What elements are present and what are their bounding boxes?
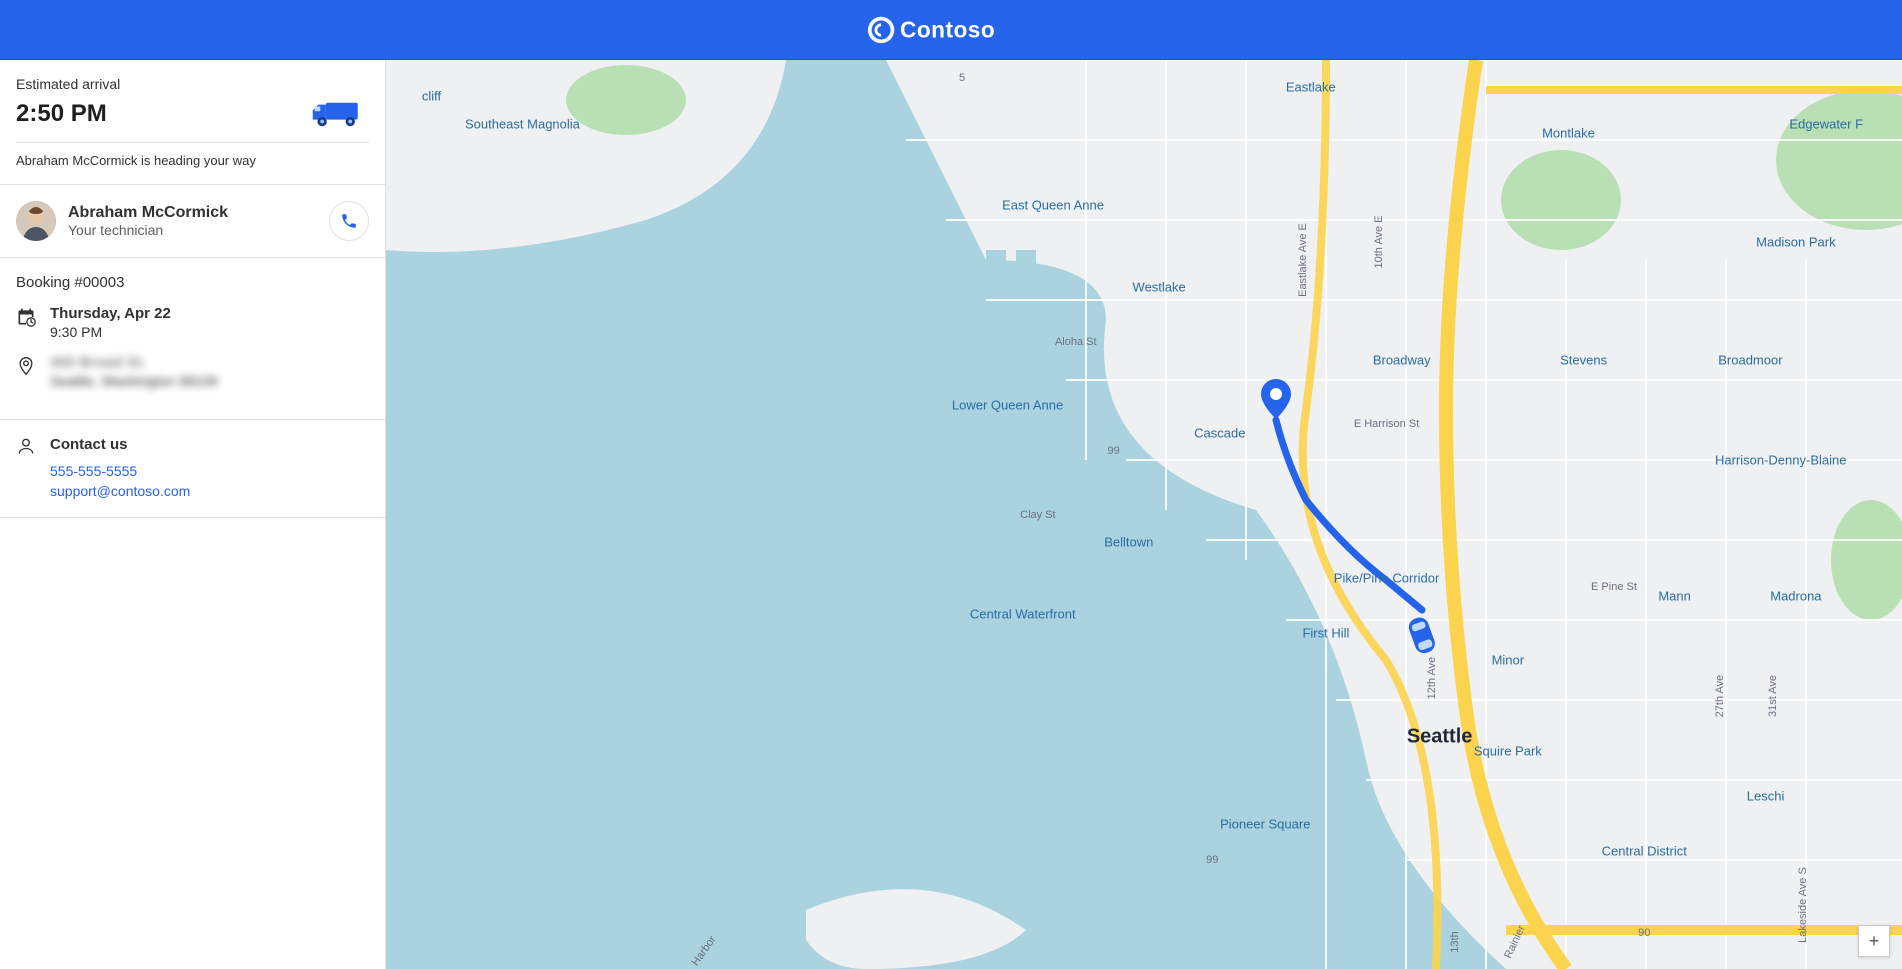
map-view[interactable]: Seattle Southeast MagnoliaEastlakeMontla…	[386, 60, 1902, 969]
svg-text:Contoso: Contoso	[900, 16, 995, 42]
call-technician-button[interactable]	[329, 201, 369, 241]
truck-icon	[309, 96, 369, 132]
booking-section: Booking #00003 Thursday, Apr 22 9:30 PM	[0, 258, 385, 420]
eta-time: 2:50 PM	[16, 100, 107, 128]
phone-icon	[340, 212, 358, 230]
contact-title: Contact us	[50, 436, 369, 453]
booking-title: Booking #00003	[16, 274, 369, 291]
brand-logo: Contoso	[866, 13, 1036, 47]
map-zoom-in-button[interactable]: +	[1858, 925, 1890, 957]
booking-address: 400 Broad St. Seattle, Washington 98109	[16, 354, 369, 389]
booking-address-line1: 400 Broad St.	[50, 354, 218, 371]
technician-avatar	[16, 201, 56, 241]
booking-time: 9:30 PM	[50, 324, 171, 340]
technician-role: Your technician	[68, 222, 228, 238]
contoso-logo-icon: Contoso	[866, 13, 1036, 47]
map-canvas	[386, 60, 1902, 969]
destination-marker	[1261, 379, 1291, 424]
contact-email-link[interactable]: support@contoso.com	[50, 483, 369, 499]
calendar-clock-icon	[16, 307, 36, 327]
arrival-section: Estimated arrival 2:50 PM	[0, 60, 385, 185]
details-sidebar: Estimated arrival 2:50 PM	[0, 60, 386, 969]
booking-date: Thursday, Apr 22	[50, 305, 171, 322]
arrival-message: Abraham McCormick is heading your way	[16, 142, 369, 168]
contact-phone-link[interactable]: 555-555-5555	[50, 463, 369, 479]
location-pin-icon	[16, 356, 36, 376]
booking-datetime: Thursday, Apr 22 9:30 PM	[16, 305, 369, 340]
booking-address-line2: Seattle, Washington 98109	[50, 373, 218, 389]
technician-section: Abraham McCormick Your technician	[0, 185, 385, 258]
app-header: Contoso	[0, 0, 1902, 60]
contact-section: Contact us 555-555-5555 support@contoso.…	[0, 420, 385, 518]
technician-name: Abraham McCormick	[68, 204, 228, 222]
headset-icon	[16, 436, 36, 456]
eta-label: Estimated arrival	[16, 76, 369, 92]
